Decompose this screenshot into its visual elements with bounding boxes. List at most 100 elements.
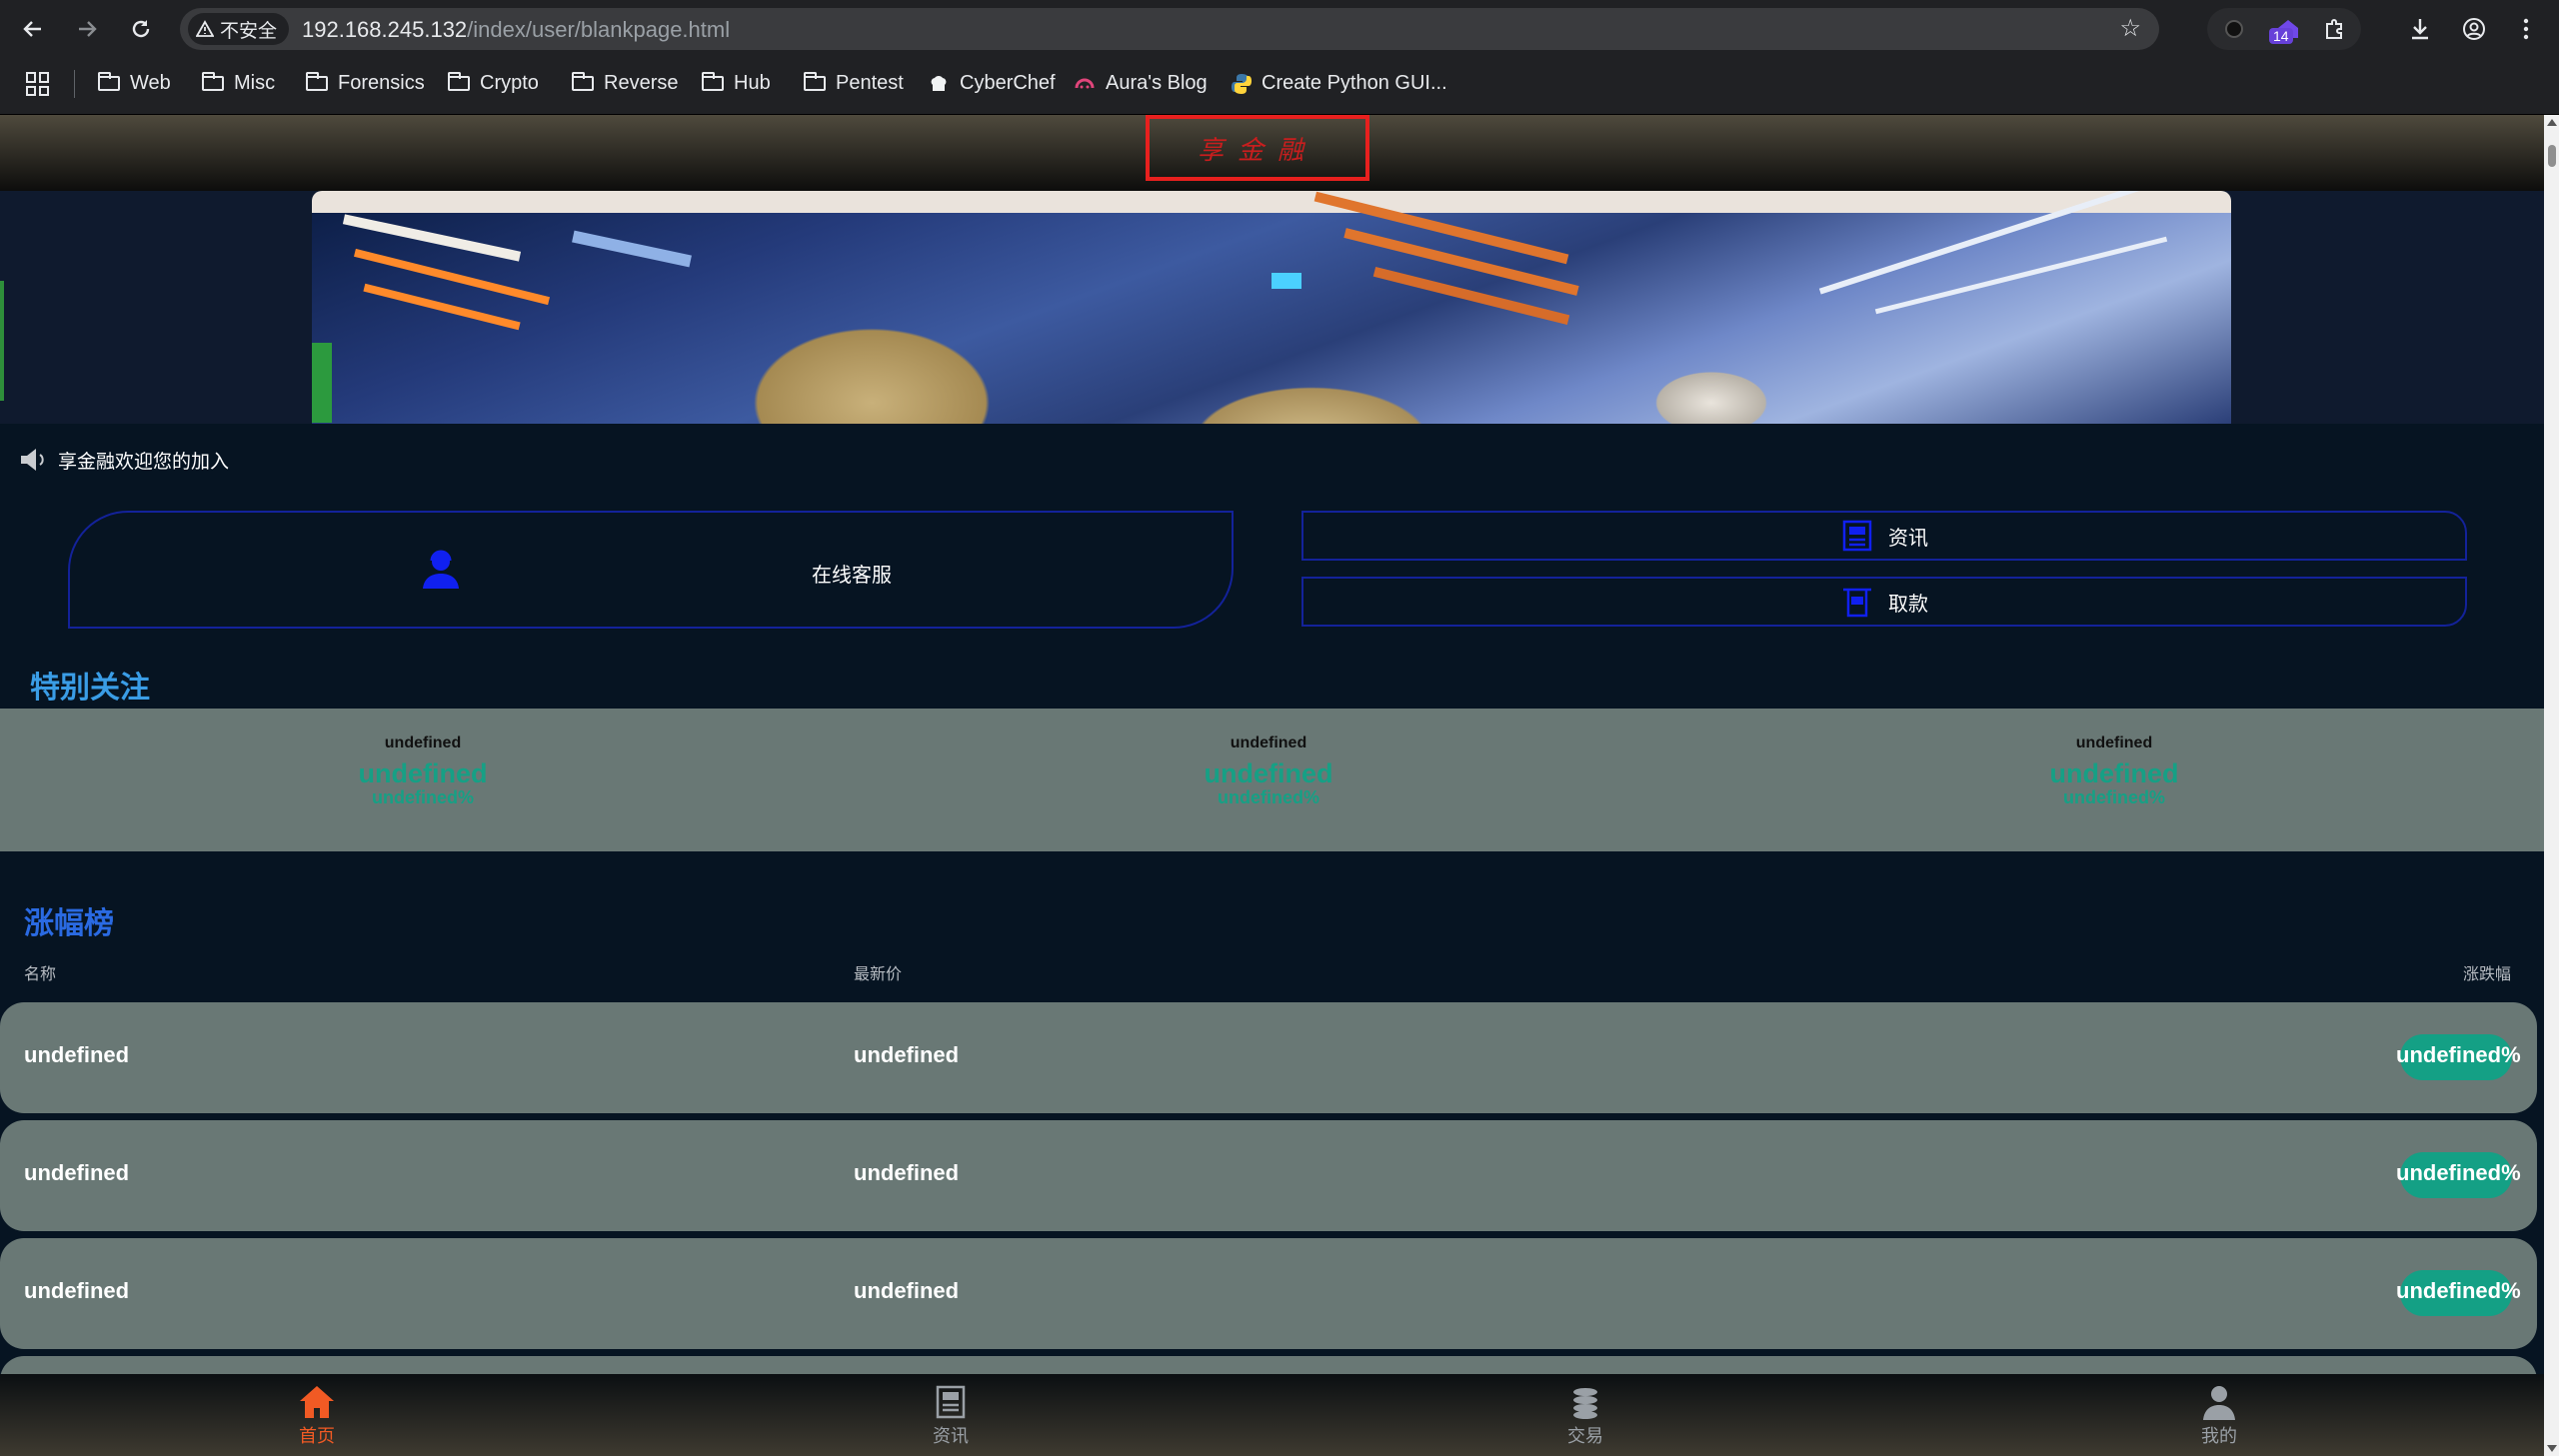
focus-item-change: undefined% [1218, 787, 1319, 807]
scroll-thumb[interactable] [2548, 145, 2556, 167]
puzzle-extensions-icon[interactable] [2319, 14, 2349, 44]
news-button[interactable]: 资讯 [1301, 511, 2467, 561]
site-logo[interactable]: 享金融 [1146, 115, 1369, 181]
bookmark-folder-misc[interactable]: Misc [202, 72, 275, 95]
banner-carousel[interactable] [312, 191, 2231, 424]
reload-button[interactable] [124, 12, 158, 46]
notice-text: 享金融欢迎您的加入 [58, 451, 230, 473]
warning-icon [196, 20, 214, 37]
focus-item-change: undefined% [2063, 787, 2165, 807]
url-text[interactable]: 192.168.245.132/index/user/blankpage.htm… [302, 17, 730, 43]
row-change: undefined% [2396, 1042, 2521, 1067]
newspaper-icon [936, 1385, 966, 1419]
extension-badge: 14 [2269, 28, 2293, 44]
kebab-menu-icon [2523, 18, 2529, 40]
security-label: 不安全 [220, 20, 278, 42]
security-chip[interactable]: 不安全 [188, 13, 290, 45]
focus-item-price: undefined [1204, 758, 1333, 788]
focus-item-price: undefined [2049, 758, 2179, 788]
focus-item-price: undefined [358, 758, 488, 788]
withdraw-label: 取款 [1888, 593, 1928, 616]
speaker-icon [21, 449, 44, 471]
bookmark-star-icon[interactable]: ☆ [2119, 14, 2141, 43]
row-name: undefined [24, 1042, 130, 1067]
profile-button[interactable] [2457, 12, 2491, 46]
folder-icon [306, 72, 328, 91]
focus-item[interactable]: undefined undefined undefined% [1119, 734, 1418, 806]
bookmark-create-python-gui[interactable]: Create Python GUI... [1232, 72, 1447, 95]
folder-icon [804, 72, 826, 91]
bottom-tab-bar: 首页 资讯 交易 我的 [0, 1374, 2544, 1456]
downloads-button[interactable] [2403, 12, 2437, 46]
page-viewport: 享金融 享金融欢迎您的加入 在线客服 资讯 取款 特别关注 undefined … [0, 115, 2544, 1456]
customer-service-icon [423, 550, 459, 589]
row-price: undefined [854, 1160, 960, 1185]
tab-home[interactable]: 首页 [267, 1374, 367, 1456]
page-scrollbar[interactable] [2544, 115, 2559, 1456]
scroll-up-arrow-icon[interactable] [2547, 119, 2557, 126]
menu-button[interactable] [2509, 12, 2543, 46]
bookmark-cyberchef[interactable]: CyberChef [928, 72, 1056, 95]
focus-item-name: undefined [2075, 734, 2153, 751]
tab-trade[interactable]: 交易 [1535, 1374, 1635, 1456]
focus-item-name: undefined [1230, 734, 1307, 751]
blog-favicon-icon [1075, 78, 1095, 88]
banner-edge-decoration [0, 281, 4, 401]
row-name: undefined [24, 1160, 130, 1185]
tab-home-label: 首页 [299, 1426, 335, 1446]
folder-icon [572, 72, 594, 91]
bookmark-auras-blog[interactable]: Aura's Blog [1074, 72, 1208, 95]
browser-toolbar: 不安全 192.168.245.132/index/user/blankpage… [0, 0, 2559, 58]
back-arrow-icon [23, 21, 41, 37]
table-row[interactable]: undefined undefined undefined% [0, 1002, 2537, 1113]
reload-icon [132, 20, 150, 38]
withdraw-icon [1843, 588, 1871, 618]
apps-grid-icon[interactable] [26, 72, 50, 96]
banner-image [312, 191, 2231, 424]
withdraw-button[interactable]: 取款 [1301, 577, 2467, 627]
url-path: /index/user/blankpage.html [467, 17, 731, 42]
scroll-down-arrow-icon[interactable] [2547, 1445, 2557, 1452]
record-extension-icon[interactable] [2219, 14, 2249, 44]
url-host: 192.168.245.132 [302, 17, 468, 42]
user-icon [2203, 1386, 2235, 1420]
column-header-change: 涨跌幅 [2463, 966, 2512, 983]
table-row[interactable]: undefined undefined undefined% [0, 1120, 2537, 1231]
bookmark-folder-crypto[interactable]: Crypto [448, 72, 539, 95]
focus-section-title: 特别关注 [30, 672, 150, 705]
customer-service-card[interactable]: 在线客服 [68, 511, 1234, 629]
tab-mine[interactable]: 我的 [2169, 1374, 2269, 1456]
download-icon [2412, 19, 2428, 40]
profile-icon [2463, 18, 2485, 40]
column-header-name: 名称 [24, 966, 57, 983]
focus-item[interactable]: undefined undefined undefined% [1964, 734, 2264, 806]
bookmarks-separator [74, 70, 75, 98]
forward-button[interactable] [70, 12, 104, 46]
focus-item-name: undefined [384, 734, 462, 751]
bookmark-folder-forensics[interactable]: Forensics [306, 72, 425, 95]
tab-news[interactable]: 资讯 [901, 1374, 1001, 1456]
bookmark-folder-pentest[interactable]: Pentest [804, 72, 904, 95]
column-header-price: 最新价 [854, 966, 903, 983]
bookmark-folder-reverse[interactable]: Reverse [572, 72, 678, 95]
row-change: undefined% [2396, 1160, 2521, 1185]
folder-icon [448, 72, 470, 91]
back-button[interactable] [16, 12, 50, 46]
folder-icon [702, 72, 724, 91]
tab-news-label: 资讯 [933, 1426, 969, 1446]
notice-bar: 享金融欢迎您的加入 [18, 445, 229, 475]
news-icon [1842, 520, 1872, 552]
row-price: undefined [854, 1278, 960, 1303]
tab-trade-label: 交易 [1567, 1426, 1603, 1446]
table-row[interactable]: undefined undefined undefined% [0, 1238, 2537, 1349]
focus-panel: undefined undefined undefined% undefined… [0, 709, 2544, 851]
tab-mine-label: 我的 [2201, 1426, 2237, 1446]
folder-icon [98, 72, 120, 91]
news-label: 资讯 [1888, 527, 1928, 550]
home-icon [300, 1386, 334, 1418]
address-bar[interactable]: 不安全 192.168.245.132/index/user/blankpage… [180, 8, 2159, 50]
focus-item-change: undefined% [372, 787, 474, 807]
bookmark-folder-web[interactable]: Web [98, 72, 171, 95]
bookmark-folder-hub[interactable]: Hub [702, 72, 771, 95]
focus-item[interactable]: undefined undefined undefined% [273, 734, 573, 806]
